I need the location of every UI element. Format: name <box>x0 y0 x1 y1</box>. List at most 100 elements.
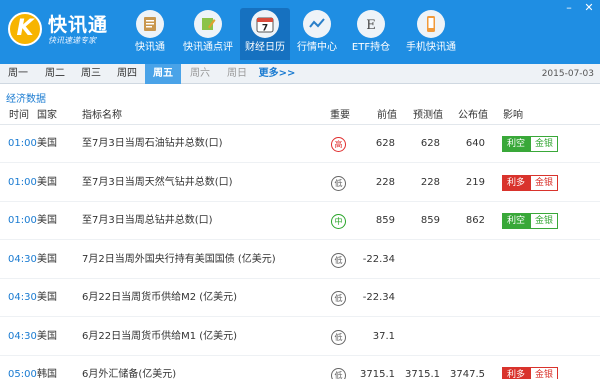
tab-day-2[interactable]: 周三 <box>73 64 109 84</box>
table-row[interactable]: 04:30 美国 6月22日当周货币供给M2 (亿美元) 低 -22.34 <box>0 279 600 317</box>
app-header: K 快讯通 快讯速递专家 快讯通 快讯通点评 7 财经日历 行情中心 E ETF持仓 手机快讯… <box>0 0 600 64</box>
cell-previous: 228 <box>375 176 395 188</box>
importance-badge: 低 <box>331 291 346 306</box>
minimize-button[interactable]: – <box>562 2 576 14</box>
cell-previous: -22.34 <box>362 292 395 303</box>
table-row[interactable]: 04:30 美国 7月2日当周外国央行持有美国国债 (亿美元) 低 -22.34 <box>0 241 600 279</box>
impact-tag: 金银 <box>530 136 559 152</box>
cell-indicator: 至7月3日当周总钻井总数(口) <box>82 215 213 226</box>
importance-badge: 高 <box>331 137 346 152</box>
impact-tag: 利多 <box>502 174 531 191</box>
importance-badge: 低 <box>331 175 346 191</box>
table-header: 时间 国家 指标名称 重要 前值 预测值 公布值 影响 <box>0 107 600 125</box>
app-slogan: 快讯速递专家 <box>48 36 96 45</box>
cell-indicator: 6月22日当周货币供给M2 (亿美元) <box>82 292 238 303</box>
nav-label: 财经日历 <box>245 42 285 53</box>
cell-time: 01:00 <box>8 138 37 149</box>
cell-country: 美国 <box>37 215 57 226</box>
pen-edit-icon <box>194 10 222 38</box>
table-row[interactable]: 01:00 美国 至7月3日当周石油钻井总数(口) 高 628 628 640 利空 金银 <box>0 125 600 163</box>
cell-country: 韩国 <box>37 369 57 379</box>
tab-day-0[interactable]: 周一 <box>0 64 36 84</box>
news-scroll-icon <box>136 10 164 38</box>
tab-day-1[interactable]: 周二 <box>37 64 73 84</box>
col-time: 时间 <box>9 110 29 121</box>
cell-time: 01:00 <box>8 176 37 188</box>
impact-tags: 利多 金银 <box>502 367 559 379</box>
cell-forecast: 3715.1 <box>405 369 440 379</box>
table-row[interactable]: 01:00 美国 至7月3日当周总钻井总数(口) 中 859 859 862 利空 金银 <box>0 202 600 240</box>
cell-actual: 3747.5 <box>450 369 485 379</box>
app-name: 快讯通 <box>48 14 109 36</box>
tab-day-4[interactable]: 周五 <box>145 64 181 84</box>
impact-tag: 金银 <box>530 367 559 379</box>
nav-item-5[interactable]: 手机快讯通 <box>398 8 464 60</box>
importance-badge: 低 <box>331 368 346 379</box>
col-importance: 重要 <box>330 110 350 121</box>
nav-label: ETF持仓 <box>351 42 391 53</box>
cell-time: 01:00 <box>8 215 37 226</box>
impact-tags: 利空 金银 <box>502 213 559 229</box>
cell-indicator: 至7月3日当周石油钻井总数(口) <box>82 138 223 149</box>
cell-country: 美国 <box>37 330 57 342</box>
logo-k-icon: K <box>8 12 42 46</box>
tab-day-3[interactable]: 周四 <box>110 64 144 84</box>
impact-tag: 利多 <box>502 367 531 379</box>
importance-badge: 低 <box>331 252 346 268</box>
cell-time: 04:30 <box>8 292 37 303</box>
cell-previous: -22.34 <box>362 253 395 265</box>
impact-tags: 利多 金银 <box>502 174 559 191</box>
nav-item-3[interactable]: 行情中心 <box>290 8 344 60</box>
nav-label: 手机快讯通 <box>406 42 456 53</box>
cell-previous: 37.1 <box>372 330 395 342</box>
nav-label: 快讯通 <box>135 42 165 53</box>
importance-badge: 中 <box>331 214 346 229</box>
impact-tag: 利空 <box>502 136 531 152</box>
cell-indicator: 7月2日当周外国央行持有美国国债 (亿美元) <box>82 253 276 265</box>
cell-country: 美国 <box>37 138 57 149</box>
cell-time: 05:00 <box>8 369 37 379</box>
nav-item-0[interactable]: 快讯通 <box>124 8 176 60</box>
cell-forecast: 228 <box>420 176 440 188</box>
table-row[interactable]: 01:00 美国 至7月3日当周天然气钻井总数(口) 低 228 228 219 利多 金银 <box>0 164 600 202</box>
weekday-tabs: 2015-07-03 周一 周二 周三 周四 周五 周六 周日 更多>> <box>0 64 600 84</box>
nav-label: 行情中心 <box>297 42 337 53</box>
col-forecast: 预测值 <box>413 110 443 121</box>
svg-text:7: 7 <box>262 24 268 34</box>
current-date: 2015-07-03 <box>541 69 594 79</box>
cell-indicator: 至7月3日当周天然气钻井总数(口) <box>82 176 233 188</box>
impact-tag: 利空 <box>502 213 531 229</box>
tab-day-6[interactable]: 周日 <box>219 64 255 84</box>
svg-text:E: E <box>366 18 376 33</box>
nav-item-2[interactable]: 7 财经日历 <box>240 8 290 60</box>
cell-country: 美国 <box>37 176 57 188</box>
cell-previous: 3715.1 <box>360 369 395 379</box>
nav-item-1[interactable]: 快讯通点评 <box>176 8 240 60</box>
nav-item-4[interactable]: E ETF持仓 <box>344 8 398 60</box>
impact-tag: 金银 <box>530 174 559 191</box>
close-button[interactable]: ✕ <box>582 2 596 14</box>
col-country: 国家 <box>37 110 57 121</box>
cell-country: 美国 <box>37 292 57 303</box>
chart-line-icon <box>303 10 331 38</box>
cell-forecast: 859 <box>420 215 440 226</box>
cell-previous: 859 <box>375 215 395 226</box>
table-row[interactable]: 05:00 韩国 6月外汇储备(亿美元) 低 3715.1 3715.1 3747.5 利多金… <box>0 356 600 379</box>
cell-time: 04:30 <box>8 253 37 265</box>
window-controls: – ✕ <box>562 2 596 14</box>
table-row[interactable]: 04:30 美国 6月22日当周货币供给M1 (亿美元) 低 37.1 <box>0 318 600 356</box>
cell-actual: 862 <box>465 215 485 226</box>
col-previous: 前值 <box>377 110 397 121</box>
cell-actual: 640 <box>465 138 485 149</box>
main-nav: 快讯通 快讯通点评 7 财经日历 行情中心 E ETF持仓 手机快讯通 <box>124 8 464 64</box>
impact-tag: 金银 <box>530 213 559 229</box>
nav-label: 快讯通点评 <box>183 42 233 53</box>
cell-country: 美国 <box>37 253 57 265</box>
cell-actual: 219 <box>465 176 485 188</box>
importance-badge: 低 <box>331 329 346 345</box>
tab-day-5[interactable]: 周六 <box>183 64 217 84</box>
col-indicator: 指标名称 <box>82 110 122 121</box>
cell-forecast: 628 <box>420 138 440 149</box>
more-days-link[interactable]: 更多>> <box>257 64 297 84</box>
col-impact: 影响 <box>503 110 523 121</box>
